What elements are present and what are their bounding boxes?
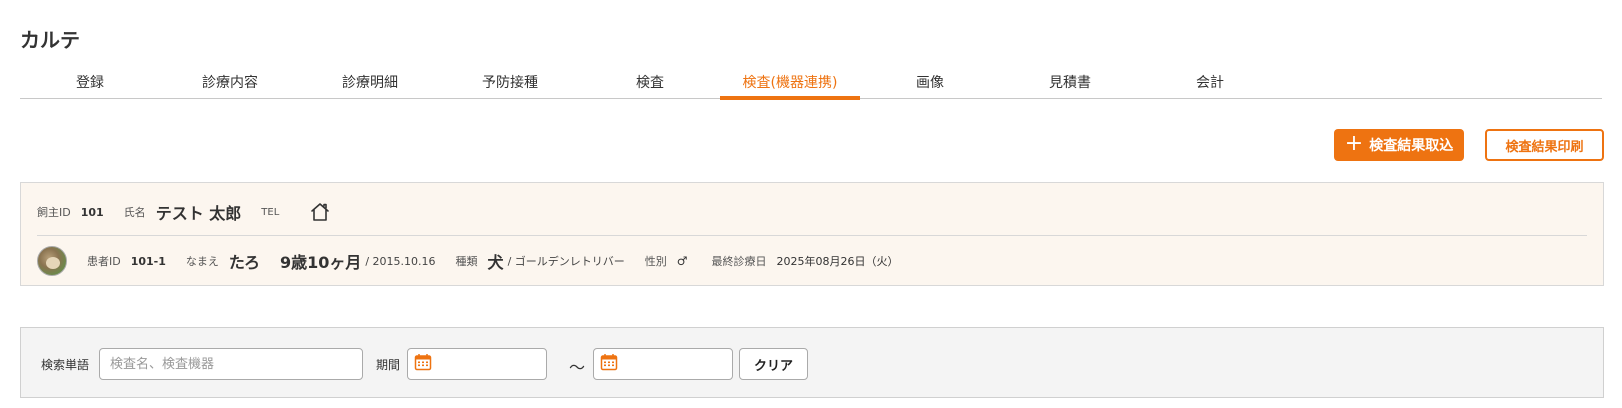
patient-id-label: 患者ID: [87, 255, 121, 268]
tab-bar: 登録 診療内容 診療明細 予防接種 検査 検査(機器連携) 画像 見積書 会計: [20, 64, 1602, 100]
period-label: 期間: [376, 358, 401, 372]
import-results-button[interactable]: + 検査結果取込: [1334, 129, 1464, 161]
tab-examination[interactable]: 検査: [580, 64, 720, 99]
owner-row: 飼主ID 101 氏名 テスト 太郎 TEL: [37, 197, 331, 227]
species-value: 犬: [487, 253, 504, 272]
owner-id-value: 101: [80, 205, 104, 219]
panel-divider: [37, 235, 1587, 236]
owner-name-value: テスト 太郎: [155, 204, 242, 223]
patient-id-value: 101-1: [130, 254, 166, 268]
species-label: 種類: [455, 255, 478, 268]
date-to-field[interactable]: [593, 348, 733, 380]
calendar-icon[interactable]: [414, 353, 432, 375]
breed-value: / ゴールデンレトリバー: [507, 255, 625, 268]
calendar-icon[interactable]: [600, 353, 618, 375]
clear-button[interactable]: クリア: [739, 348, 808, 380]
tab-images[interactable]: 画像: [860, 64, 1000, 99]
home-icon[interactable]: [309, 201, 331, 223]
avatar: [37, 246, 67, 276]
range-separator: ～: [569, 358, 586, 377]
patient-row: 患者ID 101-1 なまえ たろ 9歳10ヶ月 / 2015.10.16 種類…: [37, 245, 899, 277]
owner-name-label: 氏名: [123, 206, 146, 219]
patient-name-value: たろ: [228, 253, 260, 272]
tab-accounting[interactable]: 会計: [1140, 64, 1280, 99]
page-title: カルテ: [20, 28, 80, 52]
plus-icon: +: [1344, 131, 1364, 156]
patient-age: 9歳10ヶ月: [279, 253, 362, 272]
patient-birthdate: / 2015.10.16: [365, 254, 436, 268]
keyword-input[interactable]: [99, 348, 363, 380]
page: カルテ 登録 診療内容 診療明細 予防接種 検査 検査(機器連携) 画像 見積書…: [0, 0, 1622, 408]
tab-estimate[interactable]: 見積書: [1000, 64, 1140, 99]
sex-label: 性別: [644, 255, 667, 268]
import-results-label: 検査結果取込: [1369, 138, 1454, 154]
tab-examination-device[interactable]: 検査(機器連携): [720, 64, 860, 100]
tab-treatment-content[interactable]: 診療内容: [160, 64, 300, 99]
patient-info-panel: 飼主ID 101 氏名 テスト 太郎 TEL 患者ID 101-1 なまえ たろ…: [20, 182, 1604, 286]
print-results-button[interactable]: 検査結果印刷: [1485, 129, 1604, 161]
owner-id-label: 飼主ID: [37, 206, 71, 219]
sex-icon: ♂: [676, 254, 688, 268]
tab-vaccination[interactable]: 予防接種: [440, 64, 580, 99]
tab-treatment-details[interactable]: 診療明細: [300, 64, 440, 99]
patient-name-label: なまえ: [185, 255, 219, 268]
date-from-field[interactable]: [407, 348, 547, 380]
last-visit-value: 2025年08月26日（火）: [776, 255, 899, 268]
tab-registration[interactable]: 登録: [20, 64, 160, 99]
keyword-label: 検索単語: [41, 358, 90, 372]
last-visit-label: 最終診療日: [711, 255, 767, 268]
tel-label: TEL: [261, 206, 280, 218]
search-panel: 検索単語 期間 ～: [20, 327, 1604, 398]
